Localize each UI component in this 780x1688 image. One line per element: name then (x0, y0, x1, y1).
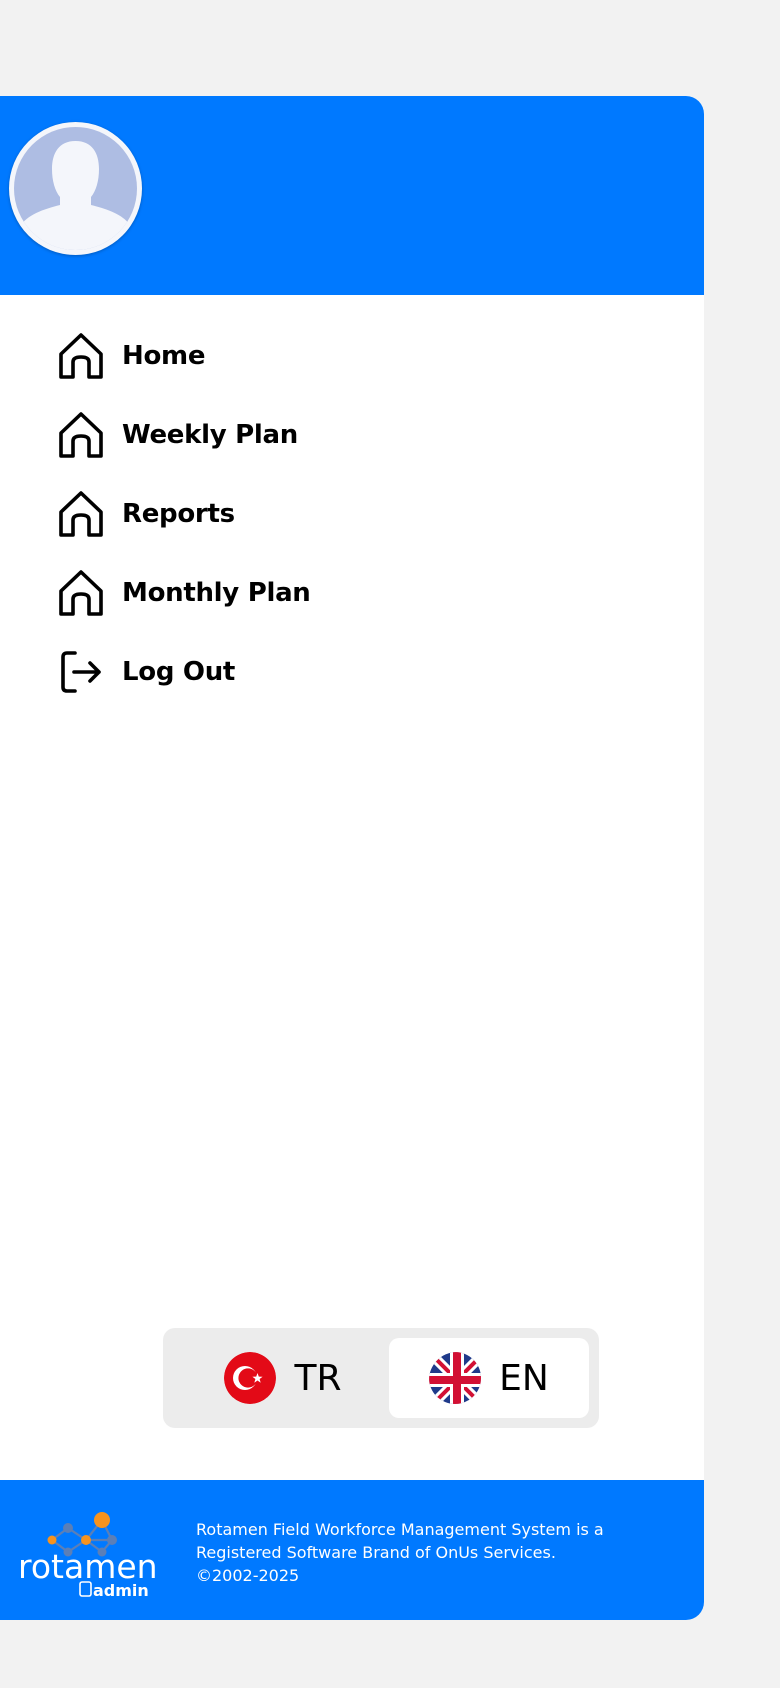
logout-icon (54, 645, 108, 699)
home-icon (54, 566, 108, 620)
menu-item-log-out[interactable]: Log Out (54, 642, 474, 702)
language-switcher: TR EN (163, 1328, 599, 1428)
avatar[interactable] (9, 122, 142, 255)
home-icon (54, 329, 108, 383)
language-option-tr[interactable]: TR (183, 1338, 383, 1418)
menu-item-label: Reports (122, 499, 235, 529)
language-option-en[interactable]: EN (389, 1338, 589, 1418)
uk-flag-icon (429, 1352, 482, 1404)
menu-item-label: Home (122, 341, 206, 371)
menu-item-home[interactable]: Home (54, 326, 474, 386)
copyright-line: Registered Software Brand of OnUs Servic… (196, 1543, 556, 1562)
home-icon (54, 487, 108, 541)
svg-text:admin: admin (93, 1581, 149, 1598)
menu-item-weekly-plan[interactable]: Weekly Plan (54, 405, 474, 465)
menu-item-reports[interactable]: Reports (54, 484, 474, 544)
turkey-flag-icon (224, 1352, 277, 1404)
language-code: TR (294, 1357, 342, 1399)
navigation-drawer: Home Weekly Plan Reports Monthly Plan Lo… (0, 96, 704, 1620)
copyright-line: ©2002-2025 (196, 1566, 300, 1585)
copyright-line: Rotamen Field Workforce Management Syste… (196, 1520, 604, 1539)
menu-item-label: Monthly Plan (122, 578, 311, 608)
language-code: EN (499, 1357, 549, 1399)
copyright-text: Rotamen Field Workforce Management Syste… (196, 1518, 646, 1587)
rotamen-logo: rotamen admin (18, 1498, 168, 1600)
user-placeholder-icon (14, 127, 137, 250)
home-icon (54, 408, 108, 462)
drawer-header (0, 96, 704, 295)
menu-item-label: Weekly Plan (122, 420, 298, 450)
menu-item-monthly-plan[interactable]: Monthly Plan (54, 563, 474, 623)
menu-item-label: Log Out (122, 657, 236, 687)
footer: rotamen admin Rotamen Field Workforce Ma… (0, 1480, 704, 1620)
